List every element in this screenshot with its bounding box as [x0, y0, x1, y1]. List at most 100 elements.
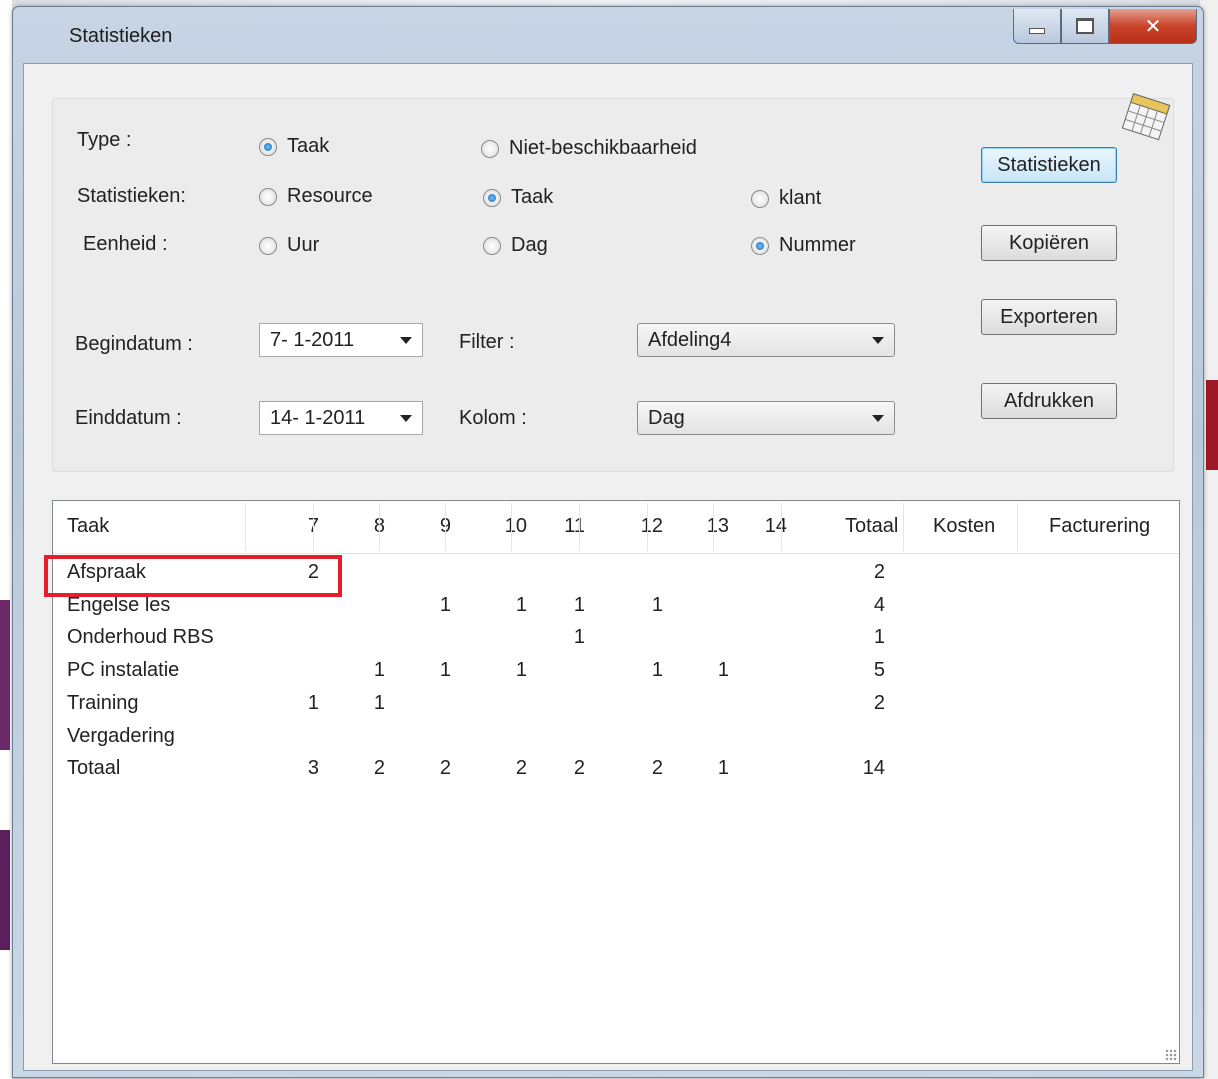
- filter-dropdown[interactable]: Afdeling4: [637, 323, 895, 357]
- column-header[interactable]: Taak: [67, 515, 237, 538]
- table-row[interactable]: Totaal 3 2 2 2 2 2 1 14: [53, 757, 1179, 787]
- end-date-label: Einddatum :: [75, 407, 182, 429]
- unit-radio-dag[interactable]: Dag: [483, 234, 548, 257]
- title-bar[interactable]: Statistieken ✕: [13, 7, 1203, 63]
- maximize-button[interactable]: [1061, 9, 1109, 44]
- radio-label: Taak: [511, 186, 554, 208]
- copy-button[interactable]: Kopiëren: [981, 225, 1117, 261]
- table-cell: 5: [873, 659, 885, 682]
- table-cell: 1: [873, 626, 885, 649]
- column-separator[interactable]: [781, 503, 782, 551]
- table-row[interactable]: PC instalatie 1 1 1 1 1 5: [53, 659, 1179, 689]
- column-header[interactable]: 10: [477, 515, 527, 538]
- table-cell: 2: [439, 757, 451, 780]
- radio-empty-icon: [483, 236, 501, 255]
- column-separator[interactable]: [713, 503, 714, 551]
- minimize-button[interactable]: [1013, 9, 1061, 44]
- column-separator[interactable]: [647, 503, 648, 551]
- column-separator[interactable]: [445, 503, 446, 551]
- table-row[interactable]: Engelse les 1 1 1 1 4: [53, 594, 1179, 624]
- options-panel: Type : Taak Niet-beschikbaarheid Statist…: [52, 93, 1174, 472]
- radio-label: Uur: [287, 234, 320, 256]
- table-cell: 2: [373, 757, 385, 780]
- table-row[interactable]: Vergadering: [53, 725, 1179, 755]
- export-button[interactable]: Exporteren: [981, 299, 1117, 335]
- radio-label: klant: [779, 187, 822, 209]
- column-header[interactable]: Facturering: [1049, 515, 1153, 538]
- table-cell: 1: [373, 659, 385, 682]
- background-stripe: [0, 830, 10, 950]
- dropdown-arrow-icon[interactable]: [400, 415, 412, 422]
- background-stripe: [1206, 380, 1218, 470]
- radio-label: Niet-beschikbaarheid: [509, 137, 697, 159]
- dropdown-arrow-icon[interactable]: [872, 337, 884, 344]
- close-icon: ✕: [1144, 15, 1162, 38]
- table-cell: 1: [573, 626, 585, 649]
- statistics-window: Statistieken ✕ Type : Taak Niet-beschikb…: [12, 6, 1204, 1078]
- column-separator[interactable]: [1017, 503, 1018, 551]
- calendar-icon: [1121, 93, 1171, 141]
- column-value: Dag: [648, 406, 685, 429]
- unit-radio-uur[interactable]: Uur: [259, 234, 319, 257]
- column-separator[interactable]: [313, 503, 314, 551]
- start-date-value: 7- 1-2011: [270, 328, 355, 351]
- radio-label: Taak: [287, 135, 330, 157]
- end-date-value: 14- 1-2011: [270, 406, 366, 429]
- column-dropdown[interactable]: Dag: [637, 401, 895, 435]
- column-header[interactable]: Kosten: [933, 515, 1003, 538]
- window-title: Statistieken: [69, 25, 173, 47]
- radio-selected-icon: [259, 137, 277, 156]
- filter-value: Afdeling4: [648, 328, 732, 351]
- resize-grip-icon[interactable]: [1165, 1049, 1177, 1061]
- table-cell: 2: [515, 757, 527, 780]
- stats-radio-resource[interactable]: Resource: [259, 185, 373, 208]
- column-header[interactable]: 13: [679, 515, 729, 538]
- table-cell: 14: [862, 757, 885, 780]
- table-cell: 1: [439, 593, 451, 616]
- start-date-label: Begindatum :: [75, 333, 193, 355]
- table-cell: 1: [651, 659, 663, 682]
- radio-label: Dag: [511, 234, 548, 256]
- unit-radio-nummer[interactable]: Nummer: [751, 234, 856, 257]
- table-row[interactable]: Training 1 1 2: [53, 692, 1179, 722]
- dropdown-arrow-icon[interactable]: [400, 337, 412, 344]
- statistics-button[interactable]: Statistieken: [981, 147, 1117, 183]
- column-separator[interactable]: [245, 503, 246, 551]
- close-button[interactable]: ✕: [1109, 9, 1197, 44]
- column-separator[interactable]: [579, 503, 580, 551]
- column-separator[interactable]: [379, 503, 380, 551]
- background-stripe: [0, 600, 10, 750]
- radio-empty-icon: [259, 236, 277, 255]
- radio-empty-icon: [481, 139, 499, 158]
- dropdown-arrow-icon[interactable]: [872, 415, 884, 422]
- radio-empty-icon: [259, 187, 277, 206]
- table-row[interactable]: Onderhoud RBS 1 1: [53, 626, 1179, 656]
- radio-label: Resource: [287, 185, 373, 207]
- column-separator[interactable]: [903, 503, 904, 551]
- statistics-table[interactable]: Taak7891011121314TotaalKostenFacturering…: [44, 500, 1180, 1064]
- maximize-icon: [1076, 18, 1094, 34]
- column-header[interactable]: 12: [613, 515, 663, 538]
- type-radio-taak[interactable]: Taak: [259, 135, 329, 158]
- table-cell: 1: [651, 593, 663, 616]
- start-date-picker[interactable]: 7- 1-2011: [259, 323, 423, 357]
- table-cell: 2: [873, 691, 885, 714]
- type-label: Type :: [77, 129, 132, 151]
- column-separator[interactable]: [511, 503, 512, 551]
- table-cell: 1: [573, 593, 585, 616]
- stats-radio-klant[interactable]: klant: [751, 187, 821, 210]
- minimize-icon: [1029, 28, 1045, 34]
- highlight-box: [44, 555, 342, 597]
- table-header: Taak7891011121314TotaalKostenFacturering: [53, 501, 1179, 554]
- print-button[interactable]: Afdrukken: [981, 383, 1117, 419]
- type-radio-unavailability[interactable]: Niet-beschikbaarheid: [481, 137, 697, 160]
- table-cell: 1: [307, 691, 319, 714]
- table-cell: 1: [439, 659, 451, 682]
- table-cell: 3: [307, 757, 319, 780]
- row-label: Vergadering: [67, 724, 175, 747]
- unit-label: Eenheid :: [83, 233, 168, 255]
- column-header[interactable]: Totaal: [845, 515, 898, 538]
- stats-radio-taak[interactable]: Taak: [483, 186, 553, 209]
- end-date-picker[interactable]: 14- 1-2011: [259, 401, 423, 435]
- table-cell: 2: [651, 757, 663, 780]
